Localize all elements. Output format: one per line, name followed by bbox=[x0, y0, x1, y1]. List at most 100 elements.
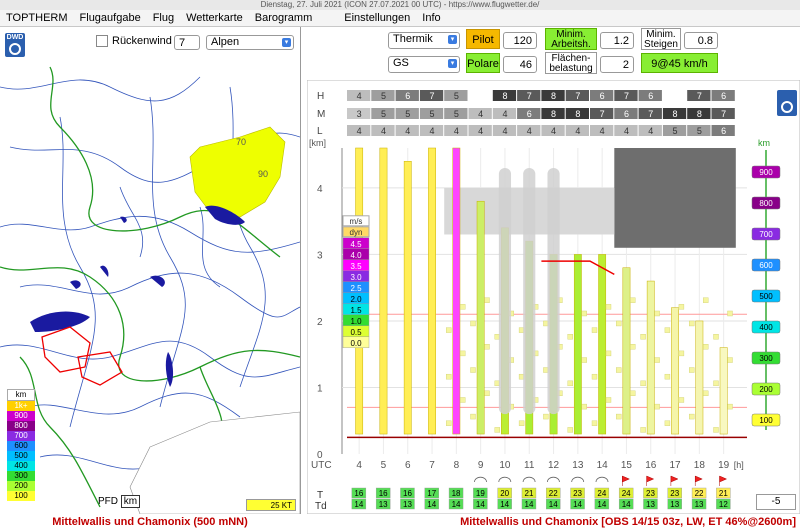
rueckenwind-checkbox[interactable] bbox=[96, 35, 108, 47]
map-panel[interactable]: 70 90 DWD Rückenwind 7 Alpen ▾ km 1k+ 900… bbox=[0, 27, 301, 514]
cloud-cell-value: 7 bbox=[575, 91, 580, 101]
thermal-cell bbox=[664, 373, 671, 380]
pilot-input[interactable]: 120 bbox=[503, 32, 537, 49]
pilot-label: Pilot bbox=[466, 29, 500, 49]
dewpoint-value: 14 bbox=[622, 500, 631, 509]
menu-toptherm[interactable]: TOPTHERM bbox=[0, 10, 74, 26]
cloud-cell-value: 5 bbox=[454, 109, 459, 119]
climb-legend-label: 4.0 bbox=[350, 251, 362, 260]
cloud-cell bbox=[662, 90, 687, 101]
dewpoint-value: 13 bbox=[646, 500, 655, 509]
pfd-unit[interactable]: km bbox=[120, 495, 141, 508]
cloud-cell-value: 7 bbox=[430, 91, 435, 101]
thermal-column bbox=[671, 307, 679, 435]
temperature-value: 16 bbox=[379, 489, 388, 498]
map-legend-row: 900 bbox=[7, 411, 35, 421]
cloud-cell-value: 7 bbox=[527, 91, 532, 101]
thermal-cell bbox=[630, 344, 636, 350]
thermal-column bbox=[719, 347, 728, 435]
rueckenwind-toggle[interactable]: Rückenwind bbox=[96, 35, 172, 47]
cloud-cell-value: 4 bbox=[478, 126, 483, 136]
pfd-control[interactable]: PFD km bbox=[98, 495, 141, 508]
cloud-cell-value: 3 bbox=[357, 109, 362, 119]
y-tick-label: 2 bbox=[317, 317, 323, 328]
cloud-cell-value: 7 bbox=[624, 91, 629, 101]
thermal-cell bbox=[445, 420, 452, 426]
cloud-cell-value: 6 bbox=[721, 91, 726, 101]
y-tick-label: 1 bbox=[317, 383, 323, 394]
y-tick-label: 4 bbox=[317, 184, 323, 195]
cloud-cell-value: 7 bbox=[697, 91, 702, 101]
temperature-value: 24 bbox=[622, 489, 631, 498]
thermal-cell bbox=[678, 350, 685, 357]
dwd-logo-text: DWD bbox=[6, 34, 24, 41]
right-scale-label: 900 bbox=[759, 168, 773, 177]
thermal-cell bbox=[689, 413, 695, 420]
thermal-chart-svg[interactable]: H 4 5 6 7 5 8 7 8 7 6 7 6 7 6 M 3 5 5 5 5 4 4 6 8 8 7 6 7 8 8 7 L 4 4 4 4 4 4 4… bbox=[307, 80, 800, 514]
temperature-value: 18 bbox=[452, 489, 461, 498]
thermal-cell bbox=[616, 367, 622, 373]
right-scale-label: 100 bbox=[759, 416, 773, 425]
dwd-swirl-icon bbox=[9, 43, 21, 55]
cloud-cell-value: 4 bbox=[648, 126, 653, 136]
right-scale-label: 300 bbox=[759, 354, 773, 363]
task-area-wallis[interactable] bbox=[41, 326, 91, 373]
region-select[interactable]: Alpen ▾ bbox=[206, 35, 294, 50]
map-legend-row: 100 bbox=[7, 491, 35, 501]
cloud-cell-value: 4 bbox=[551, 126, 556, 136]
thermal-forecast-chart[interactable]: H 4 5 6 7 5 8 7 8 7 6 7 6 7 6 M 3 5 5 5 5 4 4 6 8 8 7 6 7 8 8 7 L 4 4 4 4 4 4 4… bbox=[307, 80, 800, 514]
cloud-cell-value: 4 bbox=[502, 126, 507, 136]
contour-label-2: 90 bbox=[258, 169, 268, 179]
thermal-cell bbox=[459, 304, 466, 310]
terrain-map[interactable]: 70 90 bbox=[0, 27, 300, 514]
task-area-chamonix[interactable] bbox=[77, 351, 123, 386]
dewpoint-value: 12 bbox=[719, 500, 728, 509]
glider-select[interactable]: GS ▾ bbox=[388, 56, 460, 73]
pfd-label: PFD bbox=[98, 496, 118, 507]
mode-select[interactable]: Thermik ▾ bbox=[388, 32, 460, 49]
temperature-value: 21 bbox=[525, 489, 534, 498]
menu-einstellungen[interactable]: Einstellungen bbox=[338, 10, 416, 26]
menu-flugaufgabe[interactable]: Flugaufgabe bbox=[74, 10, 147, 26]
min-steigen-input[interactable]: 0.8 bbox=[684, 32, 718, 49]
footer-location-left: Mittelwallis und Chamonix (500 mNN) bbox=[52, 516, 248, 528]
cloud-cell-value: 7 bbox=[721, 109, 726, 119]
cloud-cell-value: 4 bbox=[357, 91, 362, 101]
climb-legend-label: 4.5 bbox=[350, 240, 362, 249]
dewpoint-value: 14 bbox=[573, 500, 582, 509]
mode-value: Thermik bbox=[393, 33, 433, 45]
thermal-cell bbox=[630, 390, 636, 397]
menu-wetterkarte[interactable]: Wetterkarte bbox=[180, 10, 249, 26]
dewpoint-value: 13 bbox=[403, 500, 412, 509]
cloud-cell-value: 7 bbox=[600, 109, 605, 119]
thermal-cell bbox=[654, 310, 660, 317]
right-scale-label: 200 bbox=[759, 385, 773, 394]
thermal-cell bbox=[630, 297, 636, 303]
cloud-cell-value: 5 bbox=[381, 109, 386, 119]
dwd-logo: DWD bbox=[5, 33, 25, 57]
thermal-cell bbox=[459, 397, 466, 403]
menu-info[interactable]: Info bbox=[416, 10, 446, 26]
map-legend-row: 1k+ bbox=[7, 401, 35, 411]
offset-stepper[interactable]: -5 bbox=[756, 494, 796, 510]
polare-input[interactable]: 46 bbox=[503, 56, 537, 73]
min-arbeit-input[interactable]: 1.2 bbox=[600, 32, 634, 49]
flaechen-input[interactable]: 2 bbox=[600, 56, 634, 73]
dewpoint-value: 14 bbox=[452, 500, 461, 509]
wind-stepper[interactable]: 7 bbox=[174, 35, 200, 50]
menu-flug[interactable]: Flug bbox=[147, 10, 180, 26]
min-arbeit-label: Minim. Arbeitsh. bbox=[545, 28, 597, 50]
cloud-cell-value: 4 bbox=[357, 126, 362, 136]
thermal-cell bbox=[654, 403, 660, 410]
temperature-value: 17 bbox=[427, 489, 436, 498]
cloud-cell bbox=[468, 90, 492, 101]
cloud-cell-value: 4 bbox=[430, 126, 435, 136]
y-tick-label: 3 bbox=[317, 250, 323, 261]
temperature-value: 22 bbox=[695, 489, 704, 498]
x-tick-label: 16 bbox=[645, 460, 657, 471]
cloud-cell-value: 8 bbox=[551, 91, 556, 101]
x-tick-label: 10 bbox=[499, 460, 511, 471]
thermal-column bbox=[452, 147, 461, 435]
climb-legend-label: 0.5 bbox=[350, 328, 362, 337]
menu-barogramm[interactable]: Barogramm bbox=[249, 10, 318, 26]
